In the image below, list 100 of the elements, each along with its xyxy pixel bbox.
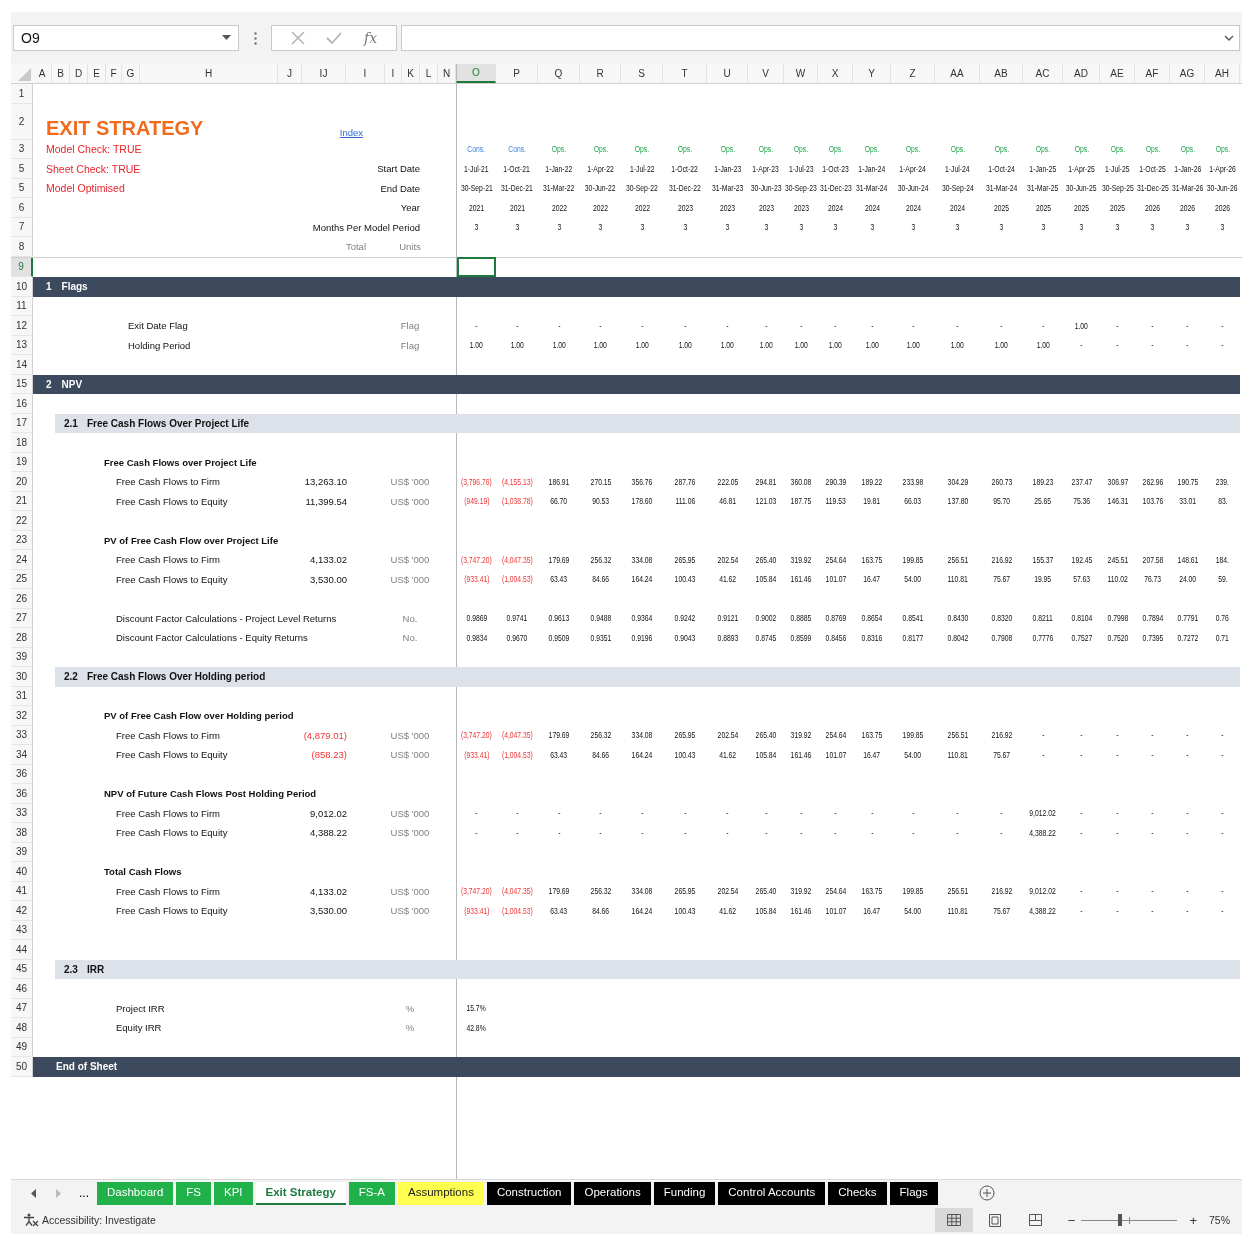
column-letter[interactable]: A (33, 64, 52, 83)
more-options-icon[interactable] (254, 31, 257, 45)
row-number[interactable]: 36 (11, 764, 33, 784)
row-number[interactable]: 25 (11, 569, 33, 589)
insert-function-button[interactable]: fx (364, 30, 378, 46)
column-letter[interactable]: Q (538, 64, 580, 83)
sheet-tab[interactable]: Exit Strategy (255, 1181, 346, 1205)
column-letter[interactable]: V (748, 64, 784, 83)
more-sheets-button[interactable]: ... (79, 1186, 97, 1200)
row-number[interactable]: 42 (11, 901, 33, 921)
row-number[interactable]: 5 (11, 159, 33, 179)
column-letter[interactable]: O (456, 64, 496, 83)
column-letter[interactable]: G (122, 64, 140, 83)
name-box[interactable]: O9 (13, 25, 239, 51)
row-number[interactable]: 32 (11, 706, 33, 726)
column-letter[interactable]: H (140, 64, 278, 83)
row-number[interactable]: 17 (11, 413, 33, 433)
row-number[interactable]: 9 (11, 257, 33, 277)
row-number[interactable]: 39 (11, 842, 33, 862)
sheet-tab[interactable]: Assumptions (398, 1181, 484, 1205)
normal-view-button[interactable] (934, 1208, 973, 1232)
row-number[interactable]: 48 (11, 1018, 33, 1038)
accessibility-icon[interactable] (23, 1213, 39, 1227)
column-letter[interactable]: IJ (302, 64, 346, 83)
index-link[interactable]: Index (339, 126, 363, 138)
row-number[interactable]: 43 (11, 920, 33, 940)
column-letter[interactable]: B (52, 64, 70, 83)
column-letter[interactable]: F (106, 64, 122, 83)
column-letter[interactable]: Y (853, 64, 891, 83)
column-letter[interactable]: S (621, 64, 663, 83)
row-number[interactable]: 27 (11, 608, 33, 628)
row-number[interactable]: 10 (11, 277, 33, 297)
row-number[interactable]: 7 (11, 217, 33, 237)
sheet-tab[interactable]: Construction (486, 1181, 572, 1205)
row-number[interactable]: 2 (11, 103, 33, 140)
row-number[interactable]: 6 (11, 198, 33, 218)
zoom-slider[interactable] (1081, 1214, 1178, 1226)
formula-input[interactable] (401, 25, 1240, 51)
column-letter[interactable]: AC (1023, 64, 1063, 83)
zoom-in-button[interactable]: + (1185, 1212, 1201, 1228)
row-number[interactable]: 21 (11, 491, 33, 511)
column-letter[interactable]: L (420, 64, 438, 83)
sheet-tab[interactable]: Flags (889, 1181, 938, 1205)
row-number[interactable]: 30 (11, 667, 33, 687)
row-number[interactable]: 15 (11, 374, 33, 394)
zoom-level[interactable]: 75% (1209, 1214, 1230, 1226)
row-number[interactable]: 38 (11, 823, 33, 843)
row-number[interactable]: 3 (11, 139, 33, 159)
column-letter[interactable]: J (278, 64, 302, 83)
row-number[interactable]: 41 (11, 881, 33, 901)
row-number[interactable]: 36 (11, 784, 33, 804)
sheet-tab[interactable]: Checks (828, 1181, 887, 1205)
row-number[interactable]: 19 (11, 452, 33, 472)
row-number[interactable]: 33 (11, 803, 33, 823)
column-letter[interactable]: P (496, 64, 538, 83)
column-letter[interactable]: W (784, 64, 818, 83)
column-letter[interactable]: AH (1205, 64, 1240, 83)
row-number[interactable]: 18 (11, 433, 33, 453)
column-letter[interactable]: AB (980, 64, 1023, 83)
row-number[interactable]: 40 (11, 862, 33, 882)
column-letter[interactable]: T (663, 64, 707, 83)
column-letter[interactable]: K (402, 64, 420, 83)
zoom-out-button[interactable]: − (1063, 1212, 1080, 1228)
accessibility-status[interactable]: Accessibility: Investigate (42, 1214, 156, 1226)
column-letter[interactable]: I (385, 64, 402, 83)
row-number[interactable]: 50 (11, 1057, 33, 1077)
row-number[interactable]: 47 (11, 998, 33, 1018)
row-number[interactable]: 22 (11, 511, 33, 531)
row-number[interactable]: 5 (11, 178, 33, 198)
row-number[interactable]: 14 (11, 355, 33, 375)
row-number[interactable]: 11 (11, 296, 33, 316)
row-number[interactable]: 28 (11, 628, 33, 648)
row-number[interactable]: 45 (11, 959, 33, 979)
row-number[interactable]: 24 (11, 550, 33, 570)
sheet-tab[interactable]: Funding (653, 1181, 716, 1205)
sheet-tab[interactable]: Operations (574, 1181, 651, 1205)
column-letter[interactable]: R (580, 64, 621, 83)
row-number[interactable]: 46 (11, 979, 33, 999)
row-number[interactable]: 16 (11, 394, 33, 414)
column-letter[interactable]: AG (1170, 64, 1205, 83)
row-number[interactable]: 8 (11, 237, 33, 257)
column-letter[interactable]: E (88, 64, 106, 83)
row-number[interactable]: 13 (11, 335, 33, 355)
column-letter[interactable]: X (818, 64, 853, 83)
previous-sheet-icon[interactable] (31, 1188, 37, 1198)
column-letter[interactable]: AA (935, 64, 980, 83)
row-number[interactable]: 23 (11, 530, 33, 550)
row-number[interactable]: 1 (11, 84, 33, 104)
row-number[interactable]: 34 (11, 745, 33, 765)
row-number[interactable]: 31 (11, 686, 33, 706)
column-letter[interactable]: Z (891, 64, 935, 83)
column-letter[interactable]: D (70, 64, 88, 83)
selected-cell[interactable] (457, 256, 496, 277)
row-number[interactable]: 20 (11, 472, 33, 492)
zoom-slider-thumb[interactable] (1117, 1214, 1122, 1226)
column-letter[interactable]: AF (1135, 64, 1170, 83)
sheet-tab[interactable]: Control Accounts (718, 1181, 826, 1205)
new-sheet-icon[interactable] (978, 1185, 995, 1201)
column-letter[interactable]: AE (1100, 64, 1135, 83)
check-icon[interactable] (326, 32, 343, 44)
